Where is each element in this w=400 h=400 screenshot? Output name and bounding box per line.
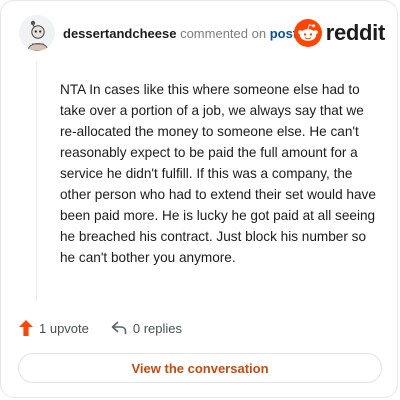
reddit-brand[interactable]: reddit [293,19,386,47]
avatar-icon [19,15,55,51]
upvote-button[interactable]: 1 upvote [19,320,89,336]
view-conversation-label: View the conversation [131,360,269,376]
reddit-wordmark: reddit [325,20,386,45]
reply-arrow-icon [111,321,127,335]
comment-action-text: commented on [180,26,267,41]
avatar[interactable] [19,15,55,51]
thread-line [36,61,37,301]
comment-header: dessertandcheese commented on post reddi… [19,15,385,51]
view-conversation-button[interactable]: View the conversation [18,353,382,383]
comment-actions: 1 upvote 0 replies [19,318,204,338]
username-link[interactable]: dessertandcheese [63,26,176,41]
comment-card: dessertandcheese commented on post reddi… [0,0,398,398]
upvote-arrow-icon [19,320,33,336]
comment-body: NTA In cases like this where someone els… [60,82,376,265]
upvote-count: 1 upvote [39,320,89,336]
reddit-logo-icon [293,19,322,47]
reply-count: 0 replies [132,320,183,336]
reply-button[interactable]: 0 replies [111,321,182,336]
comment-meta: dessertandcheese commented on post [63,26,297,41]
